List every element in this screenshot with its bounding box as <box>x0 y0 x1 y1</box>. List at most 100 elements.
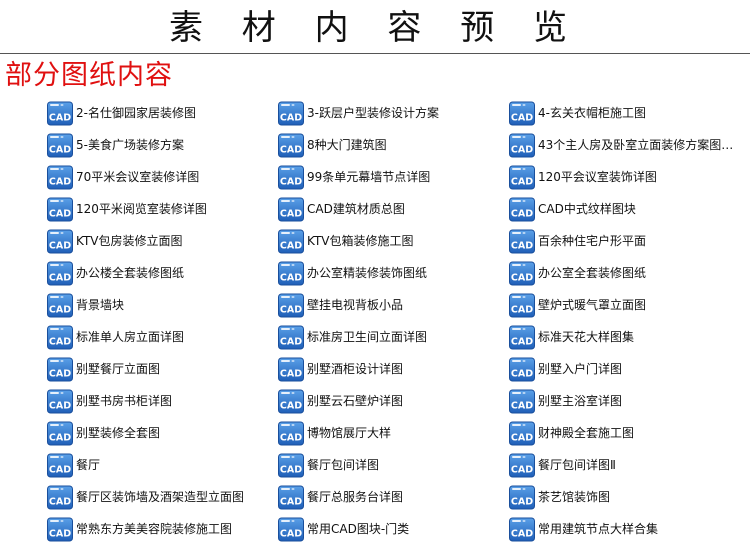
cad-file-icon: CAD <box>277 227 305 255</box>
file-item[interactable]: CAD 百余种住宅户形平面 <box>508 227 646 255</box>
file-item[interactable]: CAD 别墅餐厅立面图 <box>46 355 160 383</box>
file-label: 别墅装修全套图 <box>76 426 161 440</box>
file-label: 标准天花大样图集 <box>538 330 635 344</box>
file-item[interactable]: CAD 办公楼全套装修图纸 <box>46 259 184 287</box>
file-item[interactable]: CAD 43个主人房及卧室立面装修方案图… <box>508 131 733 159</box>
cad-icon-label: CAD <box>280 209 302 220</box>
file-item[interactable]: CAD 茶艺馆装饰图 <box>508 483 610 511</box>
file-item[interactable]: CAD 办公室全套装修图纸 <box>508 259 646 287</box>
cad-icon-label: CAD <box>280 145 302 156</box>
file-item[interactable]: CAD 别墅云石壁炉详图 <box>277 387 403 415</box>
cad-file-icon: CAD <box>277 419 305 447</box>
file-item[interactable]: CAD KTV包箱装修施工图 <box>277 227 413 255</box>
cad-icon-label: CAD <box>511 369 533 380</box>
cad-icon-label: CAD <box>49 529 71 540</box>
cad-file-icon: CAD <box>508 227 536 255</box>
file-item[interactable]: CAD 别墅书房书柜详图 <box>46 387 172 415</box>
cad-file-icon: CAD <box>508 259 536 287</box>
file-item[interactable]: CAD 餐厅 <box>46 451 100 479</box>
file-item[interactable]: CAD 标准天花大样图集 <box>508 323 634 351</box>
cad-icon-label: CAD <box>511 145 533 156</box>
file-label: 餐厅包间详图 <box>307 458 380 472</box>
file-item[interactable]: CAD CAD建筑材质总图 <box>277 195 405 223</box>
file-label: 120平米阅览室装修详图 <box>76 202 207 216</box>
file-label: 财神殿全套施工图 <box>538 426 635 440</box>
cad-icon-label: CAD <box>49 369 71 380</box>
cad-file-icon: CAD <box>508 419 536 447</box>
cad-icon-label: CAD <box>511 177 533 188</box>
file-item[interactable]: CAD 标准单人房立面详图 <box>46 323 184 351</box>
file-item[interactable]: CAD 2-名仕御园家居装修图 <box>46 99 196 127</box>
cad-file-icon: CAD <box>46 291 74 319</box>
file-item[interactable]: CAD 99条单元幕墙节点详图 <box>277 163 430 191</box>
file-item[interactable]: CAD KTV包房装修立面图 <box>46 227 182 255</box>
file-item[interactable]: CAD 餐厅总服务台详图 <box>277 483 403 511</box>
section-title: 部分图纸内容 <box>5 60 173 91</box>
file-label: 博物馆展厅大样 <box>307 426 392 440</box>
file-label: 办公室精装修装饰图纸 <box>307 266 428 280</box>
file-item[interactable]: CAD 餐厅包间详图 <box>277 451 379 479</box>
cad-file-icon: CAD <box>46 419 74 447</box>
file-label: 茶艺馆装饰图 <box>538 490 611 504</box>
cad-icon-label: CAD <box>280 305 302 316</box>
file-item[interactable]: CAD 别墅酒柜设计详图 <box>277 355 403 383</box>
file-item[interactable]: CAD 别墅装修全套图 <box>46 419 160 447</box>
title-divider <box>0 53 750 54</box>
file-label: 5-美食广场装修方案 <box>76 138 184 152</box>
cad-file-icon: CAD <box>508 195 536 223</box>
file-item[interactable]: CAD 办公室精装修装饰图纸 <box>277 259 427 287</box>
file-label: 标准单人房立面详图 <box>76 330 185 344</box>
file-label: 4-玄关衣帽柜施工图 <box>538 106 646 120</box>
cad-icon-label: CAD <box>511 401 533 412</box>
file-label: 餐厅总服务台详图 <box>307 490 404 504</box>
file-item[interactable]: CAD 常用CAD图块-门类 <box>277 515 409 543</box>
file-label: 别墅餐厅立面图 <box>76 362 161 376</box>
file-label: KTV包房装修立面图 <box>76 234 183 248</box>
file-item[interactable]: CAD CAD中式纹样图块 <box>508 195 636 223</box>
cad-icon-label: CAD <box>511 337 533 348</box>
cad-file-icon: CAD <box>277 451 305 479</box>
file-item[interactable]: CAD 餐厅包间详图Ⅱ <box>508 451 616 479</box>
file-item[interactable]: CAD 背景墙块 <box>46 291 124 319</box>
cad-icon-label: CAD <box>49 433 71 444</box>
file-item[interactable]: CAD 120平会议室装饰详图 <box>508 163 657 191</box>
cad-icon-label: CAD <box>49 465 71 476</box>
file-item[interactable]: CAD 5-美食广场装修方案 <box>46 131 184 159</box>
cad-file-icon: CAD <box>46 163 74 191</box>
cad-icon-label: CAD <box>49 241 71 252</box>
cad-file-icon: CAD <box>46 355 74 383</box>
file-item[interactable]: CAD 博物馆展厅大样 <box>277 419 391 447</box>
file-item[interactable]: CAD 财神殿全套施工图 <box>508 419 634 447</box>
file-item[interactable]: CAD 4-玄关衣帽柜施工图 <box>508 99 646 127</box>
file-item[interactable]: CAD 70平米会议室装修详图 <box>46 163 199 191</box>
cad-file-icon: CAD <box>277 483 305 511</box>
cad-file-icon: CAD <box>508 99 536 127</box>
file-label: 8种大门建筑图 <box>307 138 387 152</box>
cad-file-icon: CAD <box>508 387 536 415</box>
file-item[interactable]: CAD 120平米阅览室装修详图 <box>46 195 207 223</box>
file-item[interactable]: CAD 3-跃层户型装修设计方案 <box>277 99 439 127</box>
file-item[interactable]: CAD 8种大门建筑图 <box>277 131 387 159</box>
cad-icon-label: CAD <box>280 113 302 124</box>
cad-icon-label: CAD <box>280 177 302 188</box>
file-item[interactable]: CAD 壁挂电视背板小品 <box>277 291 403 319</box>
file-item[interactable]: CAD 餐厅区装饰墙及酒架造型立面图 <box>46 483 244 511</box>
cad-icon-label: CAD <box>49 337 71 348</box>
cad-file-icon: CAD <box>277 323 305 351</box>
file-item[interactable]: CAD 标准房卫生间立面详图 <box>277 323 427 351</box>
file-item[interactable]: CAD 别墅主浴室详图 <box>508 387 622 415</box>
file-item[interactable]: CAD 壁炉式暖气罩立面图 <box>508 291 646 319</box>
file-label: 70平米会议室装修详图 <box>76 170 200 184</box>
cad-file-icon: CAD <box>46 515 74 543</box>
file-item[interactable]: CAD 别墅入户门详图 <box>508 355 622 383</box>
file-item[interactable]: CAD 常熟东方美美容院装修施工图 <box>46 515 232 543</box>
cad-icon-label: CAD <box>49 145 71 156</box>
cad-file-icon: CAD <box>46 259 74 287</box>
cad-icon-label: CAD <box>511 113 533 124</box>
cad-file-icon: CAD <box>277 99 305 127</box>
cad-icon-label: CAD <box>280 401 302 412</box>
file-item[interactable]: CAD 常用建筑节点大样合集 <box>508 515 658 543</box>
cad-file-icon: CAD <box>277 259 305 287</box>
cad-icon-label: CAD <box>511 497 533 508</box>
file-label: 常熟东方美美容院装修施工图 <box>76 522 233 536</box>
